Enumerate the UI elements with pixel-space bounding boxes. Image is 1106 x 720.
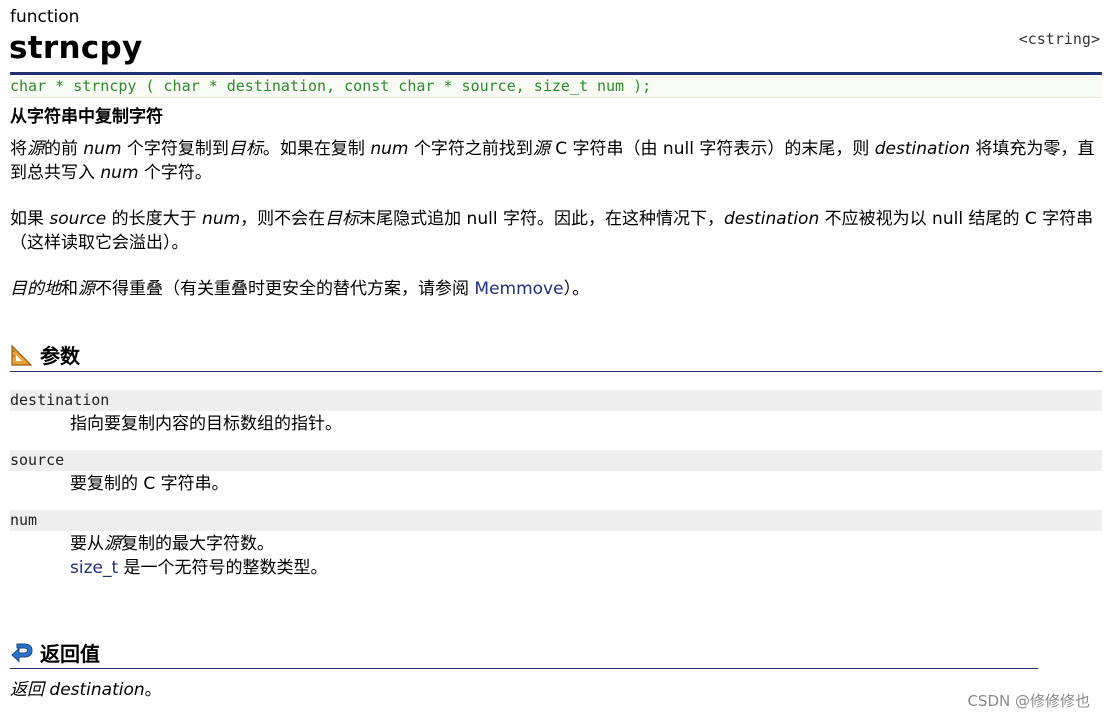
description-paragraph-3: 目的地和源不得重叠（有关重叠时更安全的替代方案，请参阅 Memmove）。 xyxy=(10,279,590,299)
return-value-divider xyxy=(10,668,1038,669)
return-value-heading: 返回值 xyxy=(10,640,100,668)
parameters-heading: 参数 xyxy=(10,342,80,370)
page-title: strncpy xyxy=(9,30,143,66)
size-t-link[interactable]: size_t xyxy=(70,558,118,578)
description-paragraph-1: 将源的前 num 个字符复制到目标。如果在复制 num 个字符之前找到源 C 字… xyxy=(10,139,1095,183)
param-name-num: num xyxy=(10,510,1102,531)
kind-label: function xyxy=(10,7,80,27)
parameters-heading-text: 参数 xyxy=(40,344,80,368)
param-name-source: source xyxy=(10,450,1102,471)
summary: 从字符串中复制字符 xyxy=(10,107,163,127)
return-value-text: 返回 destination。 xyxy=(10,680,162,700)
param-desc-source: 要复制的 C 字符串。 xyxy=(70,474,229,494)
prototype-code: char * strncpy ( char * destination, con… xyxy=(10,77,652,95)
param-desc-num: 要从源复制的最大字符数。 xyxy=(70,534,274,554)
param-desc-num-type: size_t 是一个无符号的整数类型。 xyxy=(70,558,328,578)
description-paragraph-2: 如果 source 的长度大于 num，则不会在目标末尾隐式追加 null 字符… xyxy=(10,209,1094,253)
watermark: CSDN @修修修也 xyxy=(967,692,1090,710)
return-value-heading-text: 返回值 xyxy=(40,642,100,666)
header-file: <cstring> xyxy=(1018,30,1100,48)
param-name-destination: destination xyxy=(10,390,1102,411)
param-desc-destination: 指向要复制内容的目标数组的指针。 xyxy=(70,414,342,434)
memmove-link[interactable]: Memmove xyxy=(474,279,563,299)
parameters-divider xyxy=(10,371,1102,372)
return-arrow-icon xyxy=(10,641,34,665)
triangle-ruler-icon xyxy=(10,343,34,367)
prototype-box: char * strncpy ( char * destination, con… xyxy=(10,75,1102,98)
